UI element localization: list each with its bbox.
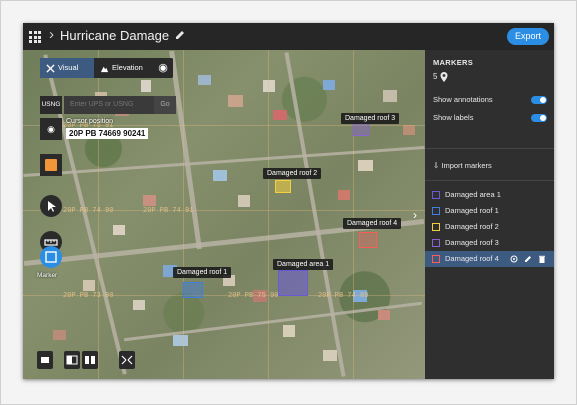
tab-visual-label: Visual bbox=[58, 63, 79, 72]
edit-pencil-icon[interactable] bbox=[523, 254, 533, 264]
damaged-roof-4-label: Damaged roof 4 bbox=[343, 218, 402, 229]
tab-elevation-label: Elevation bbox=[112, 63, 143, 72]
fullscreen-icon bbox=[121, 355, 133, 365]
panel-expand-chevron-icon[interactable]: › bbox=[413, 208, 417, 222]
marker-roof-icon bbox=[432, 255, 440, 263]
project-title: Hurricane Damage bbox=[60, 28, 170, 43]
damaged-roof-1-marker[interactable] bbox=[183, 282, 203, 298]
damaged-roof-2-marker[interactable] bbox=[275, 180, 291, 193]
edit-title-pencil-icon[interactable] bbox=[173, 28, 187, 42]
panel-title: MARKERS bbox=[433, 58, 474, 67]
tab-visual[interactable]: Visual bbox=[40, 58, 94, 78]
marker-list-item[interactable]: Damaged roof 1 bbox=[425, 203, 554, 219]
divider bbox=[425, 180, 554, 181]
show-annotations-toggle[interactable] bbox=[531, 96, 547, 104]
marker-list-item[interactable]: Damaged area 1 bbox=[425, 187, 554, 203]
grid-label: 20P PB 74 90 bbox=[63, 207, 114, 215]
eye-icon[interactable]: ◉ bbox=[40, 118, 62, 140]
damaged-roof-1-label: Damaged roof 1 bbox=[173, 267, 232, 278]
top-bar: › Hurricane Damage Export bbox=[23, 23, 554, 50]
divider bbox=[425, 148, 554, 149]
elevation-icon bbox=[100, 66, 109, 72]
marker-roof-icon bbox=[432, 239, 440, 247]
color-swatch[interactable] bbox=[40, 154, 62, 176]
marker-list-item-selected[interactable]: Damaged roof 4 bbox=[425, 251, 554, 267]
marker-roof-icon bbox=[432, 223, 440, 231]
marker-tool-button[interactable] bbox=[40, 246, 62, 268]
show-labels-toggle[interactable] bbox=[531, 114, 547, 122]
go-button[interactable]: Go bbox=[154, 96, 176, 114]
grid-label: 20P PB 75 90 bbox=[228, 292, 279, 300]
marker-list-item-label: Damaged area 1 bbox=[445, 190, 501, 199]
marker-list: Damaged area 1 Damaged roof 1 Damaged ro… bbox=[425, 187, 554, 267]
grid-label: 20P PB 74 89 bbox=[318, 292, 369, 300]
damaged-area-1-marker[interactable] bbox=[278, 270, 308, 296]
cursor-arrow-icon bbox=[48, 201, 56, 212]
marker-rect-icon bbox=[45, 251, 57, 263]
apps-grid-icon[interactable] bbox=[29, 31, 41, 43]
compare-view-icon bbox=[85, 356, 95, 364]
screenshot-frame: › Hurricane Damage Export 20P PB 75 91 2… bbox=[0, 0, 577, 405]
coord-search-input[interactable] bbox=[64, 96, 154, 114]
cursor-position-value: 20P PB 74669 90241 bbox=[66, 128, 149, 139]
pointer-tool-button[interactable] bbox=[40, 195, 62, 217]
compare-view-button[interactable] bbox=[82, 351, 98, 369]
marker-list-item[interactable]: Damaged roof 2 bbox=[425, 219, 554, 235]
marker-roof-icon bbox=[432, 207, 440, 215]
marker-list-item-label: Damaged roof 3 bbox=[445, 238, 499, 247]
markers-panel: MARKERS 5 Show annotations Show labels ⇩… bbox=[425, 50, 554, 379]
marker-list-item-label: Damaged roof 1 bbox=[445, 206, 499, 215]
show-annotations-label: Show annotations bbox=[433, 95, 493, 104]
marker-list-item-label: Damaged roof 2 bbox=[445, 222, 499, 231]
grid-label: 20P PB 73 90 bbox=[63, 292, 114, 300]
trash-icon[interactable] bbox=[537, 254, 547, 264]
marker-list-item-label: Damaged roof 4 bbox=[445, 254, 499, 263]
damaged-roof-4-marker[interactable] bbox=[359, 232, 377, 248]
marker-count: 5 bbox=[433, 72, 438, 81]
marker-area-icon bbox=[432, 191, 440, 199]
import-markers-label: Import markers bbox=[441, 161, 492, 170]
split-view-icon bbox=[66, 355, 78, 365]
map-viewport[interactable]: 20P PB 75 91 20P PB 74 91 20P PB 74 90 2… bbox=[23, 50, 425, 379]
visual-icon bbox=[46, 63, 55, 73]
split-view-button[interactable] bbox=[64, 351, 80, 369]
layer-toggle-button[interactable] bbox=[37, 351, 53, 369]
fullscreen-button[interactable] bbox=[119, 351, 135, 369]
tab-elevation[interactable]: Elevation bbox=[94, 58, 150, 78]
grid-label: 20P PB 74 91 bbox=[143, 207, 194, 215]
location-pin-icon bbox=[440, 72, 448, 82]
cursor-position-label: Cursor position bbox=[66, 118, 114, 125]
import-markers-button[interactable]: ⇩ Import markers bbox=[433, 161, 492, 170]
coord-system-selector[interactable]: USNG bbox=[40, 96, 62, 114]
damaged-area-1-label: Damaged area 1 bbox=[273, 259, 334, 270]
locate-icon[interactable] bbox=[509, 254, 519, 264]
marker-list-item[interactable]: Damaged roof 3 bbox=[425, 235, 554, 251]
globe-icon[interactable]: ◉ bbox=[153, 58, 173, 78]
marker-tool-label: Marker bbox=[37, 272, 58, 279]
color-swatch-fill bbox=[45, 159, 57, 171]
damaged-roof-3-marker[interactable] bbox=[353, 122, 369, 136]
layer-icon bbox=[41, 357, 49, 363]
damaged-roof-2-label: Damaged roof 2 bbox=[263, 168, 322, 179]
breadcrumb-chevron-icon: › bbox=[49, 26, 54, 43]
damaged-roof-3-label: Damaged roof 3 bbox=[341, 113, 400, 124]
app-window: › Hurricane Damage Export 20P PB 75 91 2… bbox=[23, 23, 554, 379]
export-button[interactable]: Export bbox=[507, 28, 549, 45]
show-labels-label: Show labels bbox=[433, 113, 474, 122]
